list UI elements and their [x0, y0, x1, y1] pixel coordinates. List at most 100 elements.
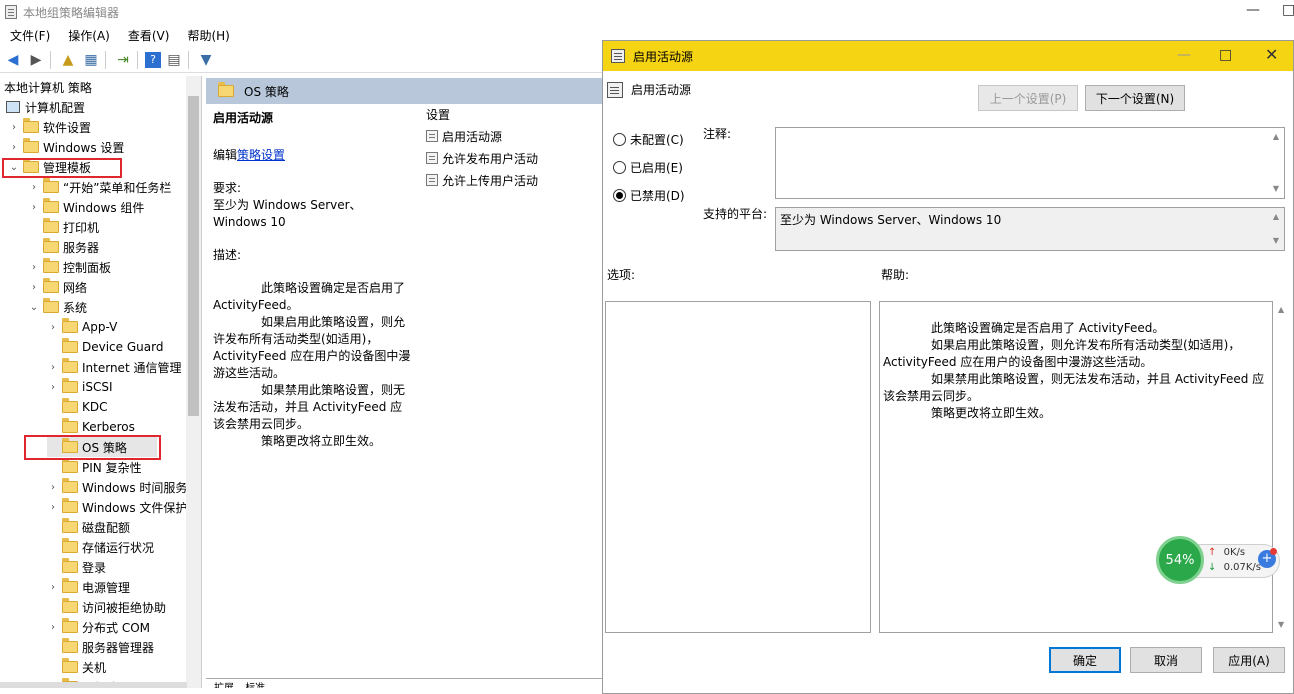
tree-item-appv[interactable]: › App-V: [47, 317, 117, 337]
tree-item-disk-quota[interactable]: 磁盘配额: [47, 517, 130, 537]
tree-item-kdc[interactable]: KDC: [47, 397, 108, 417]
scroll-up-icon[interactable]: ▲: [1268, 210, 1284, 224]
tree-item-kerberos[interactable]: Kerberos: [47, 417, 135, 437]
toolbar-separator: [188, 50, 189, 69]
cancel-button[interactable]: 取消: [1130, 647, 1202, 673]
tree-horizontal-scrollbar[interactable]: [0, 682, 187, 688]
scroll-up-icon[interactable]: ▲: [1278, 305, 1284, 314]
chevron-right-icon[interactable]: ›: [47, 622, 59, 633]
main-maximize-icon[interactable]: □: [1282, 2, 1294, 18]
next-setting-button[interactable]: 下一个设置(N): [1085, 85, 1185, 111]
filter-icon[interactable]: ▼: [196, 50, 216, 70]
chevron-right-icon[interactable]: ›: [47, 382, 59, 393]
platform-scrollbar[interactable]: ▲ ▼: [1268, 208, 1284, 250]
dialog-maximize-icon[interactable]: □: [1219, 47, 1232, 63]
chevron-right-icon[interactable]: ›: [28, 182, 40, 193]
tree-item-pin-complexity[interactable]: PIN 复杂性: [47, 457, 142, 477]
apply-button[interactable]: 应用(A): [1213, 647, 1285, 673]
chevron-right-icon[interactable]: ›: [47, 362, 59, 373]
chevron-right-icon[interactable]: ›: [28, 282, 40, 293]
tree-item-server-manager[interactable]: 服务器管理器: [47, 637, 154, 657]
tree-item-windows-time[interactable]: › Windows 时间服务: [47, 477, 187, 497]
folder-icon: [62, 498, 78, 513]
folder-icon: [62, 398, 78, 413]
chevron-right-icon[interactable]: ›: [47, 502, 59, 513]
chevron-right-icon[interactable]: ›: [47, 482, 59, 493]
tree-item-windows-settings[interactable]: › Windows 设置: [8, 137, 124, 157]
chevron-right-icon[interactable]: ›: [8, 142, 20, 153]
memory-usage-circle[interactable]: 54%: [1156, 536, 1204, 584]
chevron-right-icon[interactable]: ›: [28, 202, 40, 213]
menu-help[interactable]: 帮助(H): [187, 27, 229, 44]
tree-item-storage-health[interactable]: 存储运行状况: [47, 537, 154, 557]
tree-item-device-guard[interactable]: Device Guard: [47, 337, 163, 357]
scroll-down-icon[interactable]: ▼: [1278, 620, 1284, 629]
radio-circle-checked[interactable]: [613, 189, 626, 202]
comment-scrollbar[interactable]: ▲ ▼: [1268, 128, 1284, 198]
back-arrow-icon[interactable]: ◀: [3, 50, 23, 70]
tree-item-logon[interactable]: 登录: [47, 557, 106, 577]
tree-item-power-management[interactable]: › 电源管理: [47, 577, 130, 597]
show-hide-tree-icon[interactable]: ▦: [81, 50, 101, 70]
radio-circle[interactable]: [613, 161, 626, 174]
chevron-down-icon[interactable]: ⌄: [8, 162, 20, 173]
radio-enabled[interactable]: 已启用(E): [613, 159, 683, 176]
edit-policy-line: 编辑策略设置: [213, 147, 411, 164]
radio-not-configured[interactable]: 未配置(C): [613, 131, 684, 148]
tree-item-os-policy[interactable]: OS 策略: [47, 437, 157, 457]
tree-item-windows-components[interactable]: › Windows 组件: [28, 197, 144, 217]
tree-item-server[interactable]: 服务器: [28, 237, 99, 257]
chevron-down-icon[interactable]: ⌄: [28, 302, 40, 313]
dialog-minimize-icon[interactable]: —: [1177, 47, 1191, 63]
scroll-up-icon[interactable]: ▲: [1268, 130, 1284, 144]
tree-item-network[interactable]: › 网络: [28, 277, 87, 297]
edit-policy-link[interactable]: 策略设置: [237, 148, 285, 162]
tree-item-iscsi[interactable]: › iSCSI: [47, 377, 113, 397]
tree-item-start-menu[interactable]: › “开始”菜单和任务栏: [28, 177, 171, 197]
tree-item-label: iSCSI: [82, 380, 113, 394]
forward-arrow-icon[interactable]: ▶: [26, 50, 46, 70]
radio-circle[interactable]: [613, 133, 626, 146]
tree-item-control-panel[interactable]: › 控制面板: [28, 257, 111, 277]
tree-item-shutdown[interactable]: 关机: [47, 657, 106, 677]
dialog-close-icon[interactable]: ✕: [1265, 45, 1278, 64]
tree-item-windows-file-protection[interactable]: › Windows 文件保护: [47, 497, 187, 517]
settings-column-header[interactable]: 设置: [426, 106, 602, 123]
main-minimize-icon[interactable]: —: [1246, 2, 1260, 18]
ok-button[interactable]: 确定: [1049, 647, 1121, 673]
tree-item-access-denied-assist[interactable]: 访问被拒绝协助: [47, 597, 166, 617]
chevron-right-icon[interactable]: ›: [47, 582, 59, 593]
tree-item-internet-comm[interactable]: › Internet 通信管理: [47, 357, 181, 377]
tree-item-system[interactable]: ⌄ 系统: [28, 297, 87, 317]
chevron-right-icon[interactable]: ›: [8, 122, 20, 133]
tree-item-computer-config[interactable]: 计算机配置: [6, 97, 85, 117]
network-speed-widget[interactable]: 54% ↑ 0K/s ↓ 0.07K/s +: [1156, 536, 1284, 586]
menu-action[interactable]: 操作(A): [68, 27, 110, 44]
properties-icon[interactable]: ▤: [164, 50, 184, 70]
export-list-icon[interactable]: ⇥: [113, 50, 133, 70]
previous-setting-button[interactable]: 上一个设置(P): [978, 85, 1078, 111]
radio-disabled[interactable]: 已禁用(D): [613, 187, 685, 204]
tree-item-distributed-com[interactable]: › 分布式 COM: [47, 617, 150, 637]
tree-vertical-scrollbar[interactable]: [186, 76, 201, 688]
folder-icon: [43, 258, 59, 273]
setting-enable-activity-feed[interactable]: 启用活动源: [424, 125, 602, 147]
scroll-down-icon[interactable]: ▼: [1268, 234, 1284, 248]
setting-allow-upload-activities[interactable]: 允许上传用户活动: [424, 169, 602, 191]
help-icon[interactable]: ?: [145, 51, 161, 68]
tab-extended[interactable]: 扩展: [214, 683, 234, 688]
chevron-right-icon[interactable]: ›: [28, 262, 40, 273]
up-folder-icon[interactable]: ▲: [58, 50, 78, 70]
tree-item-local-policy[interactable]: 本地计算机 策略: [4, 77, 92, 97]
tree-item-admin-templates[interactable]: ⌄ 管理模板: [8, 157, 91, 177]
setting-allow-publish-activities[interactable]: 允许发布用户活动: [424, 147, 602, 169]
menu-view[interactable]: 查看(V): [128, 27, 170, 44]
scroll-down-icon[interactable]: ▼: [1268, 182, 1284, 196]
comment-textarea[interactable]: ▲ ▼: [775, 127, 1285, 199]
tree-item-software-settings[interactable]: › 软件设置: [8, 117, 91, 137]
chevron-right-icon[interactable]: ›: [47, 322, 59, 333]
menu-file[interactable]: 文件(F): [10, 27, 50, 44]
tree-item-printers[interactable]: 打印机: [28, 217, 99, 237]
tab-standard[interactable]: 标准: [245, 683, 265, 688]
tree-scrollbar-thumb[interactable]: [188, 96, 199, 416]
